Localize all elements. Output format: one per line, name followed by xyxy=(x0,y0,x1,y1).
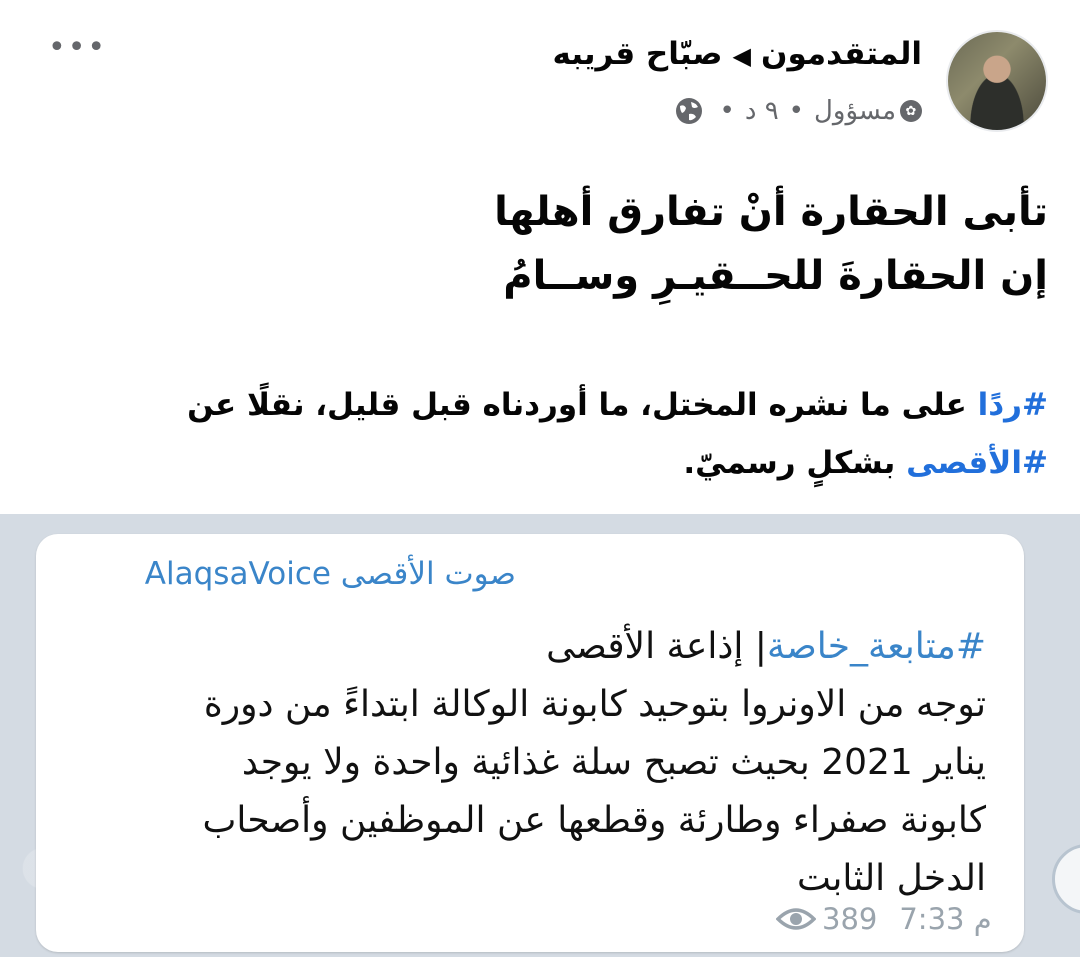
globe-icon xyxy=(675,98,702,124)
post-body: #ردًا على ما نشره المختل، ما أوردناه قبل… xyxy=(50,376,1048,492)
message-line-1: توجه من الاونروا بتوحيد كابونة الوكالة ا… xyxy=(203,684,986,725)
post-meta: ✿ مسؤول • ٩ د • xyxy=(674,96,922,126)
admin-badge-icon: ✿ xyxy=(900,100,922,122)
poem-line-1: تأبى الحقارة أنْ تفارق أهلها xyxy=(494,189,1048,235)
poem-text: تأبى الحقارة أنْ تفارق أهلها إن الحقارةَ… xyxy=(494,180,1048,308)
channel-name: صوت الأقصى AlaqsaVoice xyxy=(144,556,516,592)
body-text-2: بشكلٍ رسميّ. xyxy=(683,445,907,481)
message-hashtag: #متابعة_خاصة xyxy=(766,626,986,667)
message-time: 7:33 م xyxy=(899,902,992,936)
attached-image[interactable]: صوت الأقصى AlaqsaVoice #متابعة_خاصة| إذا… xyxy=(0,514,1080,957)
message-line-4: الدخل الثابت xyxy=(797,858,986,899)
separator-dot: • xyxy=(788,96,804,126)
post-time[interactable]: ٩ د xyxy=(745,96,779,126)
eye-icon xyxy=(776,908,816,930)
separator-dot: • xyxy=(719,96,735,126)
author-name[interactable]: صبّاح قريبه xyxy=(552,36,722,72)
post-title-line: المتقدمون ◀ صبّاح قريبه xyxy=(552,36,922,72)
message-tag-rest: | إذاعة الأقصى xyxy=(546,626,767,667)
poem-line-2: إن الحقارةَ للحــقيـرِ وســامُ xyxy=(503,253,1048,299)
message-bubble: صوت الأقصى AlaqsaVoice #متابعة_خاصة| إذا… xyxy=(36,534,1024,952)
group-name[interactable]: المتقدمون xyxy=(761,36,922,72)
author-avatar[interactable] xyxy=(946,30,1048,132)
hashtag-reply[interactable]: #ردًا xyxy=(978,387,1048,423)
message-line-0: #متابعة_خاصة| إذاعة الأقصى xyxy=(68,618,986,676)
message-footer: 389 7:33 م xyxy=(776,902,992,936)
view-count: 389 xyxy=(822,902,878,936)
more-icon[interactable]: ••• xyxy=(48,33,107,63)
role-label: مسؤول xyxy=(814,96,896,126)
right-arrow-icon: ◀ xyxy=(732,42,751,70)
body-text-1: على ما نشره المختل، ما أوردناه قبل قليل،… xyxy=(187,387,978,423)
message-line-2: يناير 2021 بحيث تصبح سلة غذائية واحدة ول… xyxy=(241,742,986,783)
message-line-3: كابونة صفراء وطارئة وقطعها عن الموظفين و… xyxy=(202,800,987,841)
scroll-down-button xyxy=(1052,844,1080,914)
post-header: المتقدمون◀صبّاح قريبه ✿ مسؤول • ٩ د • ••… xyxy=(0,26,1080,136)
message-text: #متابعة_خاصة| إذاعة الأقصى توجه من الاون… xyxy=(68,618,987,908)
hashtag-alaqsa[interactable]: #الأقصى xyxy=(906,445,1048,481)
